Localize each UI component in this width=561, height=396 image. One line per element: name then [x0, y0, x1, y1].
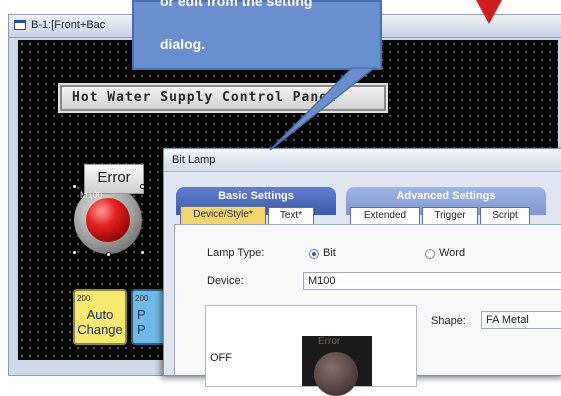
lamp-preview: OFF Error: [205, 305, 417, 396]
dialog-content: Lamp Type: Bit Word Device: M100 Shape: …: [174, 224, 561, 396]
auto-change-button[interactable]: 200 Auto Change: [73, 289, 127, 345]
radio-bit[interactable]: [309, 249, 319, 259]
preview-state: OFF: [210, 352, 232, 364]
radio-bit-label: Bit: [323, 247, 336, 259]
tab-text[interactable]: Text*: [268, 207, 314, 224]
button-line2: Change: [77, 322, 123, 337]
button-line1: Auto: [86, 307, 114, 322]
preview-lamp: Error: [302, 336, 372, 396]
tab-device-style[interactable]: Device/Style*: [180, 206, 266, 224]
lamp-device: M100: [80, 190, 103, 200]
tab-extended[interactable]: Extended: [350, 207, 420, 224]
preview-bulb-icon: [314, 352, 358, 396]
button-number: 200: [135, 294, 149, 303]
dialog-title: Bit Lamp: [172, 154, 216, 166]
lamp-type-label: Lamp Type:: [207, 247, 265, 259]
resize-handle[interactable]: [140, 184, 145, 189]
preview-text: Error: [318, 336, 341, 347]
group-label: Advanced Settings: [396, 190, 496, 202]
lamp-bulb-icon: [86, 198, 130, 242]
device-label: Device:: [207, 275, 244, 287]
callout-line1: or edit from the setting: [160, 0, 313, 9]
tooltip-callout: or edit from the setting dialog.: [132, 0, 382, 70]
panel-title-label[interactable]: Hot Water Supply Control Panel: [58, 83, 388, 113]
tab-trigger[interactable]: Trigger: [422, 207, 478, 224]
callout-line2: dialog.: [160, 36, 206, 52]
error-lamp[interactable]: Error M100: [70, 158, 158, 258]
device-input[interactable]: M100: [303, 272, 561, 290]
resize-handle[interactable]: [72, 184, 77, 189]
bit-lamp-dialog: Bit Lamp Basic Settings Advanced Setting…: [163, 148, 561, 396]
shape-label: Shape:: [431, 315, 466, 327]
group-label: Basic Settings: [218, 190, 294, 202]
resize-handle[interactable]: [72, 250, 77, 255]
resize-handle[interactable]: [140, 250, 145, 255]
radio-word[interactable]: [425, 249, 435, 259]
window-icon: [14, 20, 26, 30]
window-title: B-1:[Front+Bac: [31, 19, 106, 31]
resize-handle[interactable]: [106, 252, 111, 257]
red-arrow-icon: [476, 0, 502, 24]
tab-script[interactable]: Script: [480, 207, 530, 224]
panel-title-text: Hot Water Supply Control Panel: [72, 90, 337, 105]
dialog-titlebar[interactable]: Bit Lamp: [164, 149, 561, 172]
button-number: 200: [77, 294, 91, 303]
radio-word-label: Word: [439, 247, 466, 259]
shape-select[interactable]: FA Metal: [481, 311, 561, 329]
